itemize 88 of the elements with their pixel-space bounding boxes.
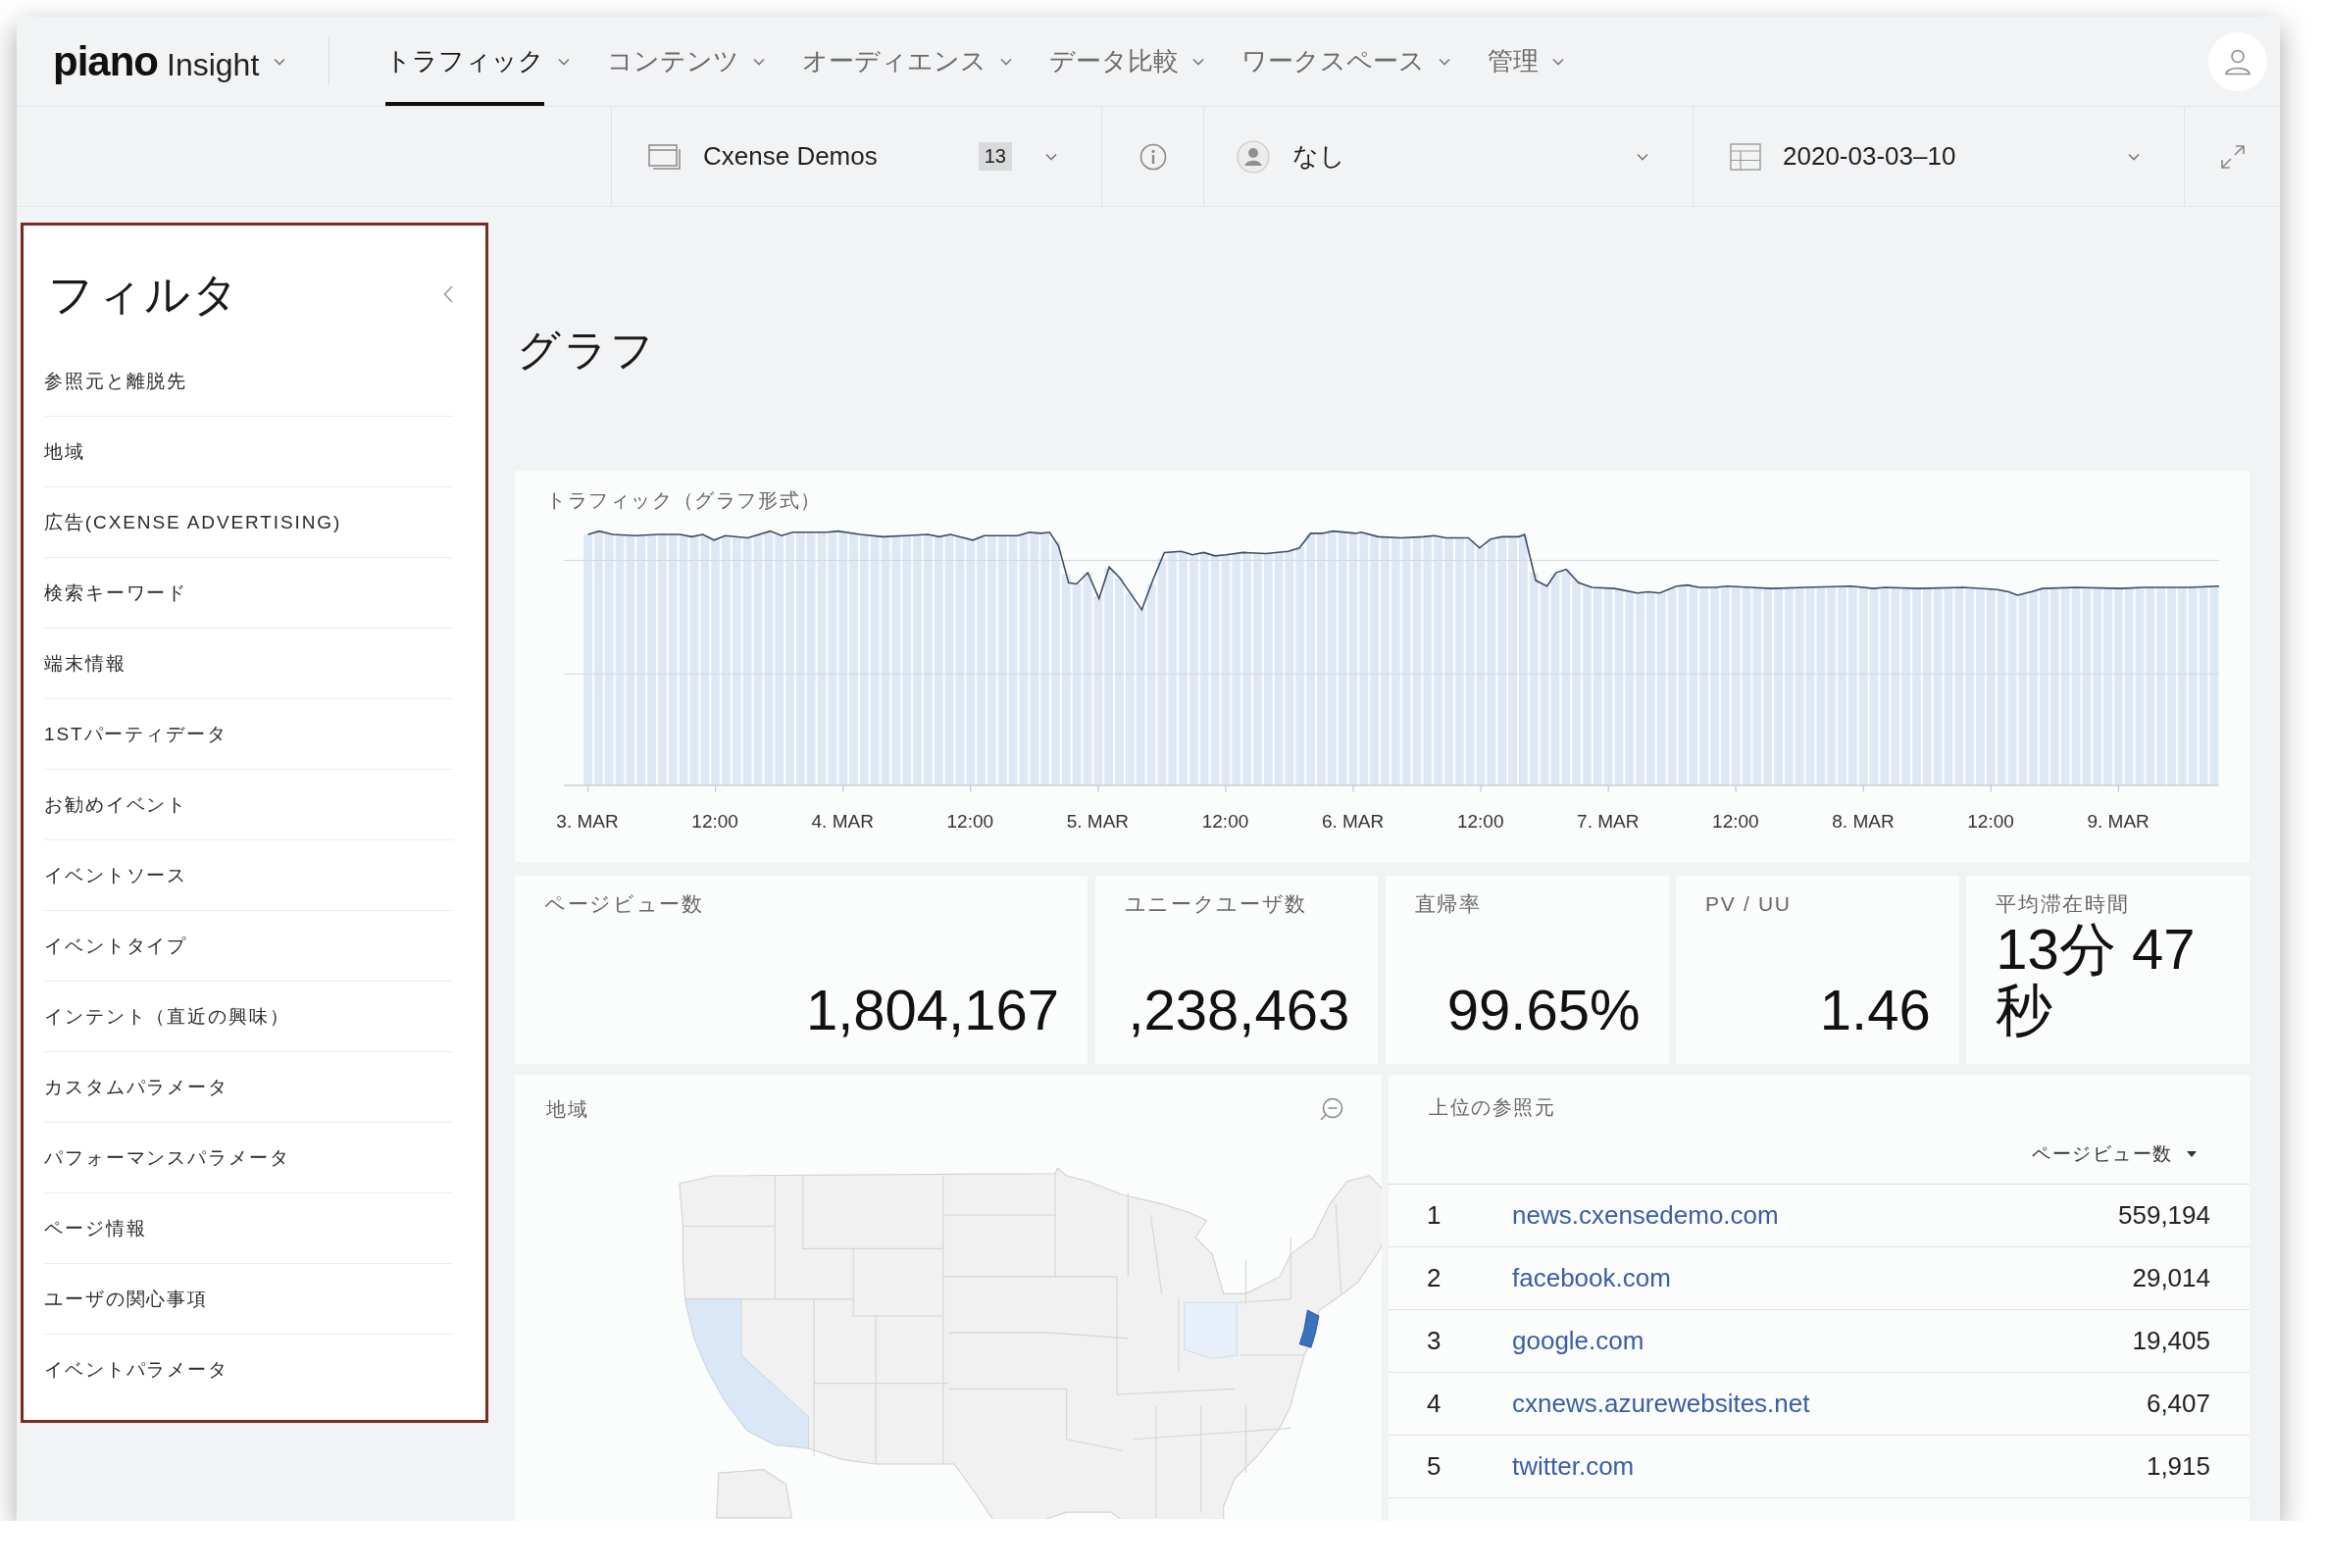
metric-value: ,238,463 [1128, 980, 1350, 1040]
axis-label: 5. MAR [1066, 810, 1130, 834]
rank-cell: 3 [1427, 1326, 1442, 1356]
calendar-icon [1730, 142, 1761, 171]
nav-tab[interactable]: データ比較 [1049, 17, 1205, 106]
window-icon [648, 143, 682, 170]
chevron-down-icon [1000, 57, 1013, 66]
filter-item[interactable]: 検索キーワード [44, 558, 453, 629]
referrer-link[interactable]: facebook.com [1512, 1263, 1671, 1293]
site-selector[interactable]: Cxense Demos 13 [611, 107, 1101, 206]
count-badge: 13 [978, 142, 1012, 171]
product-switcher[interactable]: piano Insight [53, 37, 286, 85]
filter-item[interactable]: 端末情報 [44, 629, 453, 699]
rank-cell: 1 [1427, 1200, 1442, 1231]
chevron-down-icon [558, 57, 571, 66]
filter-item[interactable]: イベントパラメータ [44, 1335, 453, 1405]
chevron-down-icon [1637, 152, 1648, 161]
metric-label: ユニークユーザ数 [1124, 891, 1307, 917]
filter-item[interactable]: イベントタイプ [44, 911, 453, 982]
date-range-selector[interactable]: 2020-03-03–10 [1693, 107, 2184, 206]
user-icon [1237, 139, 1270, 174]
filter-item[interactable]: ユーザの関心事項 [44, 1264, 453, 1335]
axis-label: 12:00 [1201, 810, 1249, 834]
filter-item[interactable]: 広告(CXENSE ADVERTISING) [44, 487, 453, 558]
metric-label: ページビュー数 [544, 891, 704, 917]
column-header[interactable]: ページビュー数 [2032, 1141, 2197, 1167]
filter-item[interactable]: 地域 [44, 417, 453, 487]
axis-label: 12:00 [1967, 810, 2014, 834]
axis-label: 7. MAR [1577, 810, 1640, 834]
metric-value: 1,804,167 [805, 980, 1059, 1040]
axis-label: 8. MAR [1832, 810, 1895, 834]
filter-item[interactable]: 1STパーティデータ [44, 699, 453, 770]
filter-item[interactable]: インテント（直近の興味） [44, 982, 453, 1052]
filter-item[interactable]: ページ情報 [44, 1193, 453, 1264]
sort-caret-icon [2187, 1151, 2197, 1157]
chevron-down-icon [753, 57, 766, 66]
filter-item[interactable]: イベントソース [44, 840, 453, 911]
pageviews-cell: 559,194 [2118, 1200, 2210, 1231]
referrer-link[interactable]: google.com [1512, 1326, 1644, 1356]
pageviews-cell: 19,405 [2132, 1326, 2210, 1356]
pageviews-cell: 1,915 [2146, 1451, 2210, 1482]
panel-title: フィルタ [48, 268, 240, 322]
axis-label: 12:00 [1456, 810, 1504, 834]
referrer-link[interactable]: news.cxensedemo.com [1512, 1200, 1779, 1231]
chevron-left-icon[interactable] [443, 285, 453, 303]
rank-cell: 2 [1427, 1263, 1442, 1293]
axis-label: 4. MAR [811, 810, 874, 834]
axis-label: 9. MAR [2087, 810, 2150, 834]
rank-cell: 5 [1427, 1451, 1442, 1482]
axis-label: 12:00 [946, 810, 994, 834]
metric-value: 13分 47 秒 [1996, 919, 2197, 1040]
metric-value: 1.46 [1819, 980, 1931, 1040]
chevron-down-icon [274, 57, 286, 66]
filter-item[interactable]: カスタムパラメータ [44, 1052, 453, 1123]
chevron-down-icon [1552, 57, 1565, 66]
metric-label: 直帰率 [1414, 891, 1482, 917]
nav-tab[interactable]: コンテンツ [607, 17, 766, 106]
card-title: 地域 [546, 1097, 589, 1122]
card-title: 上位の参照元 [1429, 1095, 1556, 1120]
card-title: トラフィック（グラフ形式） [546, 488, 822, 513]
nav-tab[interactable]: トラフィック [385, 17, 571, 106]
chevron-down-icon [1439, 57, 1451, 66]
axis-label: 12:00 [1712, 810, 1759, 834]
chevron-down-icon [2128, 152, 2140, 161]
filter-item[interactable]: パフォーマンスパラメータ [44, 1123, 453, 1193]
metric-label: PV / UU [1705, 891, 1792, 917]
nav-tab[interactable]: ワークスペース [1241, 17, 1451, 106]
chevron-down-icon [1045, 152, 1057, 161]
expand-icon[interactable] [2218, 142, 2247, 171]
nav-tab[interactable]: 管理 [1488, 17, 1565, 106]
axis-label: 3. MAR [556, 810, 619, 834]
metric-label: 平均滞在時間 [1996, 891, 2130, 917]
metric-value: 99.65% [1446, 980, 1641, 1040]
page-title: グラフ [517, 325, 657, 376]
nav-tab[interactable]: オーディエンス [802, 17, 1013, 106]
segment-selector[interactable]: なし [1203, 107, 1693, 206]
pageviews-cell: 29,014 [2132, 1263, 2210, 1293]
rank-cell: 4 [1427, 1389, 1442, 1419]
axis-label: 6. MAR [1321, 810, 1385, 834]
filter-item[interactable]: 参照元と離脱先 [44, 346, 453, 417]
filter-item[interactable]: お勧めイベント [44, 770, 453, 840]
chevron-down-icon [1192, 57, 1205, 66]
pageviews-cell: 6,407 [2146, 1389, 2210, 1419]
info-icon[interactable] [1138, 142, 1167, 171]
referrer-link[interactable]: cxnews.azurewebsites.net [1512, 1389, 1810, 1419]
zoom-out-icon[interactable] [1319, 1096, 1344, 1122]
referrer-link[interactable]: twitter.com [1512, 1451, 1635, 1482]
axis-label: 12:00 [691, 810, 738, 834]
